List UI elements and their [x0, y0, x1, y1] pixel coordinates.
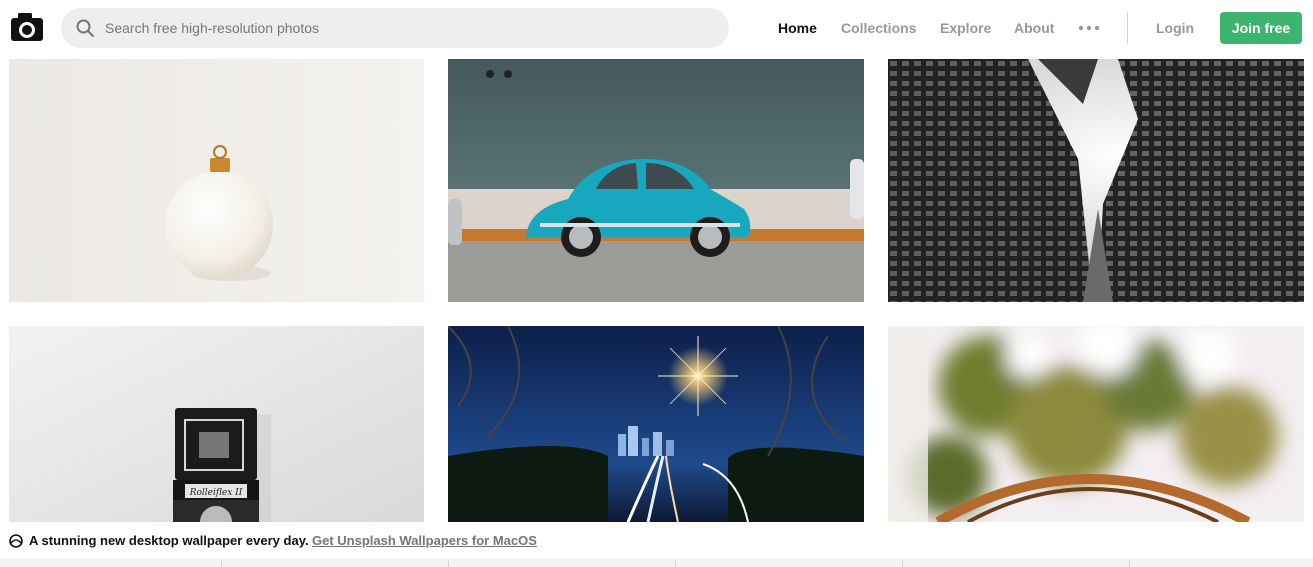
photo-city-highway-night[interactable] — [448, 326, 864, 522]
get-wallpapers-link[interactable]: Get Unsplash Wallpapers for MacOS — [312, 533, 537, 548]
nav-about[interactable]: About — [1014, 0, 1054, 56]
login-link[interactable]: Login — [1156, 0, 1194, 56]
footer-strip — [0, 558, 1313, 567]
banner-text: A stunning new desktop wallpaper every d… — [29, 533, 309, 548]
photo-skyscrapers[interactable] — [888, 59, 1304, 302]
nav-explore[interactable]: Explore — [940, 0, 991, 56]
photo-ornament[interactable] — [9, 59, 424, 302]
photo-basketball-hoop[interactable] — [888, 326, 1304, 522]
more-horizontal-icon[interactable] — [1077, 21, 1101, 35]
search-icon[interactable] — [75, 18, 95, 38]
top-navigation-bar: Home Collections Explore About Login Joi… — [0, 0, 1313, 56]
join-free-button[interactable]: Join free — [1220, 12, 1302, 44]
photo-vintage-camera[interactable]: Rolleiflex II — [9, 326, 424, 522]
camera-icon[interactable] — [10, 12, 44, 42]
photo-volkswagen-beetle[interactable] — [448, 59, 864, 302]
nav-home[interactable]: Home — [778, 0, 817, 56]
search-input[interactable] — [105, 20, 705, 36]
header-divider — [1127, 12, 1128, 44]
nav-collections[interactable]: Collections — [841, 0, 916, 56]
search-bar[interactable] — [61, 8, 729, 48]
camera-brand-label: Rolleiflex II — [189, 488, 243, 498]
wallpaper-icon — [9, 534, 23, 548]
